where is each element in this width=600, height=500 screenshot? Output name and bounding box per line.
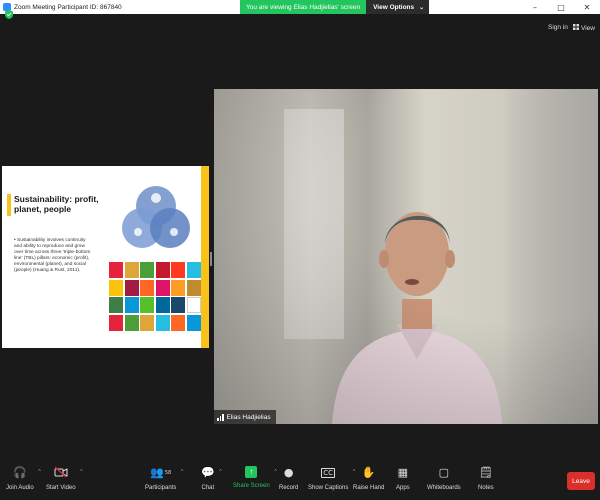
whiteboards-button[interactable]: ▢ Whiteboards [427,466,461,491]
meeting-toolbar: 🎧 Join Audio ^ Start Video ^ 👥58 Partici… [0,458,600,500]
record-label: Record [279,485,299,491]
notes-button[interactable]: 🗒 Notes [478,466,494,491]
sdg-tile [171,262,185,278]
raise-hand-label: Raise Hand [353,485,385,491]
whiteboard-icon: ▢ [438,466,450,479]
sdg-tile [155,314,170,331]
sdg-tile [155,297,170,313]
share-screen-button[interactable]: ↑ Share Screen ^ [233,466,277,489]
caret-up-icon[interactable]: ^ [274,469,276,475]
sdg-tile [186,262,201,278]
show-captions-button[interactable]: CC Show Captions ^ [308,466,355,491]
participant-name: Elias Hadjielias [226,413,271,421]
participants-count: 58 [164,470,172,476]
sdg-tile [186,297,201,313]
video-vignette [214,89,598,424]
apps-icon: ▦ [397,466,409,479]
sign-in-link[interactable]: Sign in [548,24,568,31]
sdg-tile [124,279,139,296]
sdg-tile [186,279,201,296]
headphones-icon: 🎧 [13,466,27,479]
participants-icon: 👥58 [150,466,172,479]
captions-icon: CC [321,468,336,478]
sdg-tile [140,314,154,331]
shared-slide: Sustainability: profit, planet, people •… [2,166,209,348]
share-screen-label: Share Screen [233,483,270,489]
signal-strength-icon [217,413,224,421]
minimize-icon[interactable]: – [522,3,548,12]
show-captions-label: Show Captions [308,485,349,491]
join-audio-label: Join Audio [6,485,34,491]
slide-accent [7,194,11,216]
participants-button[interactable]: 👥58 Participants ^ [145,466,183,491]
sdg-tile [109,262,123,278]
participants-label: Participants [145,485,177,491]
sdg-tile [140,279,154,296]
meeting-topbar [0,14,600,42]
apps-label: Apps [396,485,410,491]
venn-diagram [122,186,190,248]
slide-body-text: • Sustainability involves continuity and… [14,238,91,273]
record-icon: ● [283,466,294,479]
close-icon[interactable]: ✕ [574,3,600,12]
screen-share-banner: You are viewing Elias Hadjielias' screen… [240,0,430,14]
view-options-button[interactable]: View Options ⌄ [366,0,430,14]
chevron-down-icon: ⌄ [419,4,425,11]
sdg-tile [171,279,185,296]
notes-label: Notes [478,485,494,491]
shield-icon[interactable] [5,10,13,19]
slide-title: Sustainability: profit, planet, people [14,194,99,214]
caret-up-icon[interactable]: ^ [38,469,40,475]
sdg-tile [124,262,139,278]
sdg-tile [171,314,185,331]
sdg-tile [109,314,123,331]
chat-label: Chat [201,485,215,491]
apps-button[interactable]: ▦ Apps [396,466,410,491]
split-resize-handle[interactable] [210,252,212,266]
viewing-screen-text: You are viewing Elias Hadjielias' screen [240,0,367,14]
start-video-label: Start Video [46,485,76,491]
maximize-icon[interactable]: □ [548,3,574,12]
sdg-tile [140,297,154,313]
start-video-button[interactable]: Start Video ^ [46,466,83,491]
participant-name-tag: Elias Hadjielias [214,410,276,424]
sdg-tile [109,297,123,313]
view-button[interactable]: View [573,24,595,32]
chat-button[interactable]: 💬 Chat ^ [201,466,222,491]
grid-icon [573,24,579,32]
leave-button[interactable]: Leave [567,472,595,490]
participant-video [214,89,598,424]
sdg-icon-grid [109,262,201,334]
sdg-tile [140,262,154,278]
notes-icon: 🗒 [478,466,493,479]
view-options-label: View Options [373,3,415,11]
raise-hand-button[interactable]: ✋ Raise Hand [353,466,384,491]
sdg-tile [124,297,139,313]
sdg-tile [171,297,185,313]
record-button[interactable]: ● Record [279,466,298,491]
chat-icon: 💬 [201,466,215,479]
join-audio-button[interactable]: 🎧 Join Audio ^ [6,466,41,491]
caret-up-icon[interactable]: ^ [80,469,82,475]
caret-up-icon[interactable]: ^ [219,469,221,475]
sdg-tile [109,279,123,296]
sdg-tile [155,279,170,296]
hand-icon: ✋ [361,466,376,479]
view-label: View [581,24,595,32]
video-off-icon [46,466,76,480]
caret-up-icon[interactable]: ^ [181,469,183,475]
share-screen-icon: ↑ [245,466,258,478]
sdg-tile [186,314,201,331]
slide-yellow-bar [201,166,209,348]
sdg-tile [155,262,170,278]
whiteboards-label: Whiteboards [427,485,461,491]
sdg-tile [124,314,139,331]
